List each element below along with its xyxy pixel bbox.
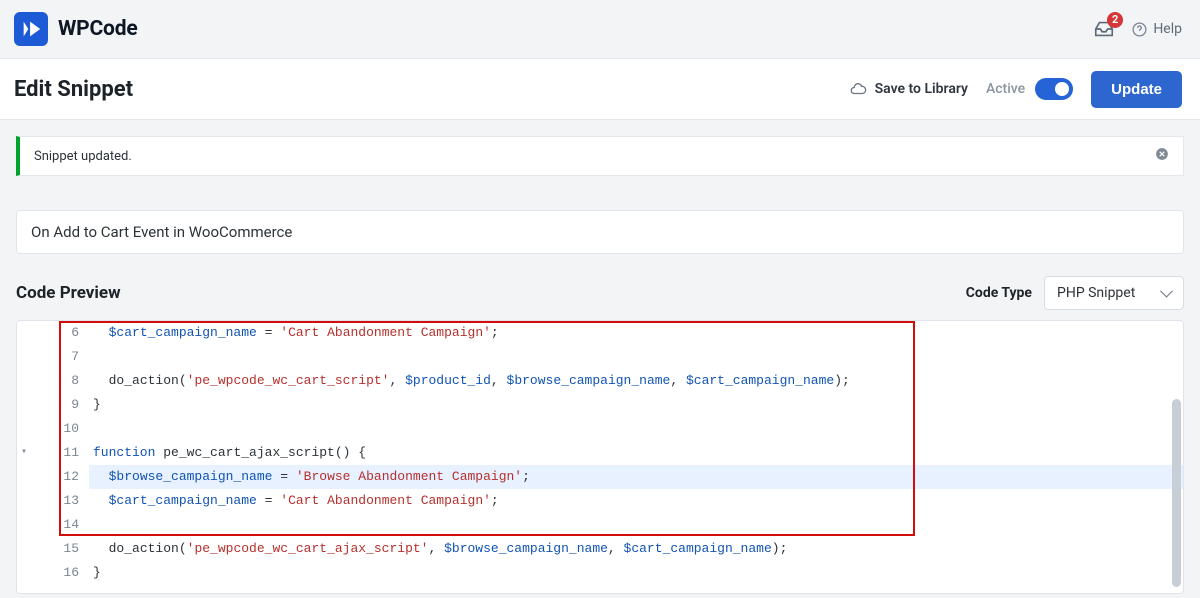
help-icon — [1131, 21, 1148, 38]
code-line: 6 $cart_campaign_name = 'Cart Abandonmen… — [17, 321, 1183, 345]
toggle-knob — [1055, 82, 1069, 96]
code-header: Code Preview Code Type PHP Snippet — [16, 276, 1184, 310]
notifications-badge: 2 — [1107, 12, 1123, 28]
close-icon — [1155, 147, 1169, 161]
code-line: 8 do_action('pe_wpcode_wc_cart_script', … — [17, 369, 1183, 393]
code-line: 13 $cart_campaign_name = 'Cart Abandonme… — [17, 489, 1183, 513]
code-type-value: PHP Snippet — [1057, 285, 1135, 301]
code-line: 16} — [17, 561, 1183, 585]
code-line: 12 $browse_campaign_name = 'Browse Aband… — [17, 465, 1183, 489]
snippet-name-input[interactable]: On Add to Cart Event in WooCommerce — [16, 210, 1184, 254]
help-button[interactable]: Help — [1131, 21, 1182, 38]
code-type-label: Code Type — [966, 285, 1032, 301]
code-line: 15 do_action('pe_wpcode_wc_cart_ajax_scr… — [17, 537, 1183, 561]
topbar-right: 2 Help — [1093, 18, 1182, 40]
code-line: 9} — [17, 393, 1183, 417]
code-line: ▾11function pe_wc_cart_ajax_script() { — [17, 441, 1183, 465]
cloud-icon — [849, 80, 867, 98]
code-scroll: 6 $cart_campaign_name = 'Cart Abandonmen… — [17, 321, 1183, 593]
brand: WPCode — [14, 12, 137, 46]
update-button[interactable]: Update — [1091, 71, 1182, 108]
code-type-group: Code Type PHP Snippet — [966, 276, 1184, 310]
brand-name: WPCode — [58, 17, 137, 41]
active-toggle-group: Active — [986, 78, 1073, 100]
code-type-select[interactable]: PHP Snippet — [1044, 276, 1184, 310]
header-actions: Save to Library Active Update — [849, 71, 1182, 108]
code-preview-label: Code Preview — [16, 283, 121, 303]
notice-banner: Snippet updated. — [16, 136, 1184, 176]
code-editor[interactable]: 6 $cart_campaign_name = 'Cart Abandonmen… — [16, 320, 1184, 594]
notice-message: Snippet updated. — [34, 149, 132, 164]
header-bar: Edit Snippet Save to Library Active Upda… — [0, 58, 1200, 120]
snippet-name-value: On Add to Cart Event in WooCommerce — [31, 223, 292, 241]
active-toggle[interactable] — [1035, 78, 1073, 100]
content-area: Snippet updated. On Add to Cart Event in… — [0, 120, 1200, 594]
page-title: Edit Snippet — [14, 77, 133, 102]
topbar: WPCode 2 Help — [0, 0, 1200, 58]
notice-close-button[interactable] — [1155, 147, 1169, 165]
save-to-library-label: Save to Library — [875, 81, 968, 97]
code-line: 10 — [17, 417, 1183, 441]
help-label: Help — [1153, 21, 1182, 37]
save-to-library-button[interactable]: Save to Library — [849, 80, 968, 98]
notifications-button[interactable]: 2 — [1093, 18, 1115, 40]
fold-icon[interactable]: ▾ — [21, 441, 27, 465]
code-line: 7 — [17, 345, 1183, 369]
brand-logo-icon — [14, 12, 48, 46]
active-label: Active — [986, 81, 1025, 97]
code-line: 14 — [17, 513, 1183, 537]
scrollbar-vertical[interactable] — [1172, 399, 1181, 587]
